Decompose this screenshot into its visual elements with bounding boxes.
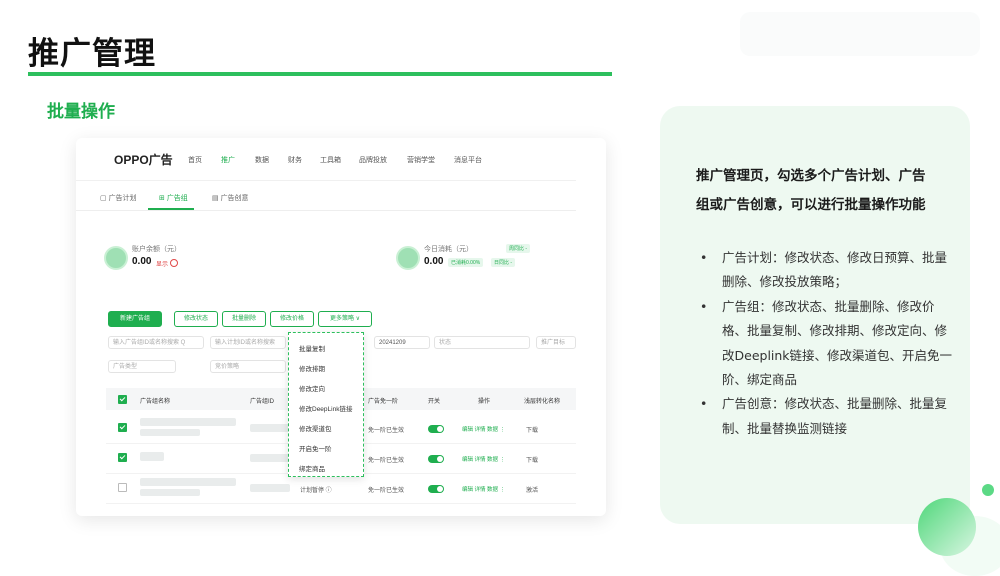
nav-finance[interactable]: 财务 (288, 155, 302, 165)
list-item-ad-plan: 广告计划：修改状态、修改日预算、批量删除、修改投放策略； (696, 246, 954, 295)
consume-rate-chip: 已消耗0.00% (448, 258, 484, 267)
col-group-id: 广告组ID (250, 399, 275, 405)
account-stats: 账户余额（元） 0.00 显示 今日消耗（元） 周同比 - 0.00 已消耗0.… (88, 234, 576, 280)
col-actions: 操作 (478, 399, 491, 405)
conversion-name: 激活 (526, 488, 539, 494)
select-all-checkbox[interactable] (118, 395, 127, 404)
more-strategies-button[interactable]: 更多策略 ∨ (318, 311, 372, 327)
alert-icon (170, 259, 178, 267)
tab-ad-group-label: 广告组 (166, 195, 188, 202)
redacted-id (250, 484, 290, 492)
row-actions[interactable]: 编辑 详情 数据 ⋮ (462, 455, 505, 463)
col-group-name: 广告组名称 (140, 399, 171, 405)
row-checkbox[interactable] (118, 453, 127, 462)
redacted-name (140, 429, 200, 436)
section-title: 批量操作 (47, 102, 115, 122)
exempt-status: 免一阶已生效 (368, 488, 405, 494)
nav-toolbox[interactable]: 工具箱 (320, 155, 341, 165)
balance-label: 账户余额（元） (132, 246, 181, 253)
col-exempt: 广告免一阶 (368, 399, 399, 405)
exempt-status: 免一阶已生效 (368, 428, 405, 434)
top-navigation: OPPO广告 首页 推广 数据 财务 工具箱 品牌投放 营销学堂 消息平台 (76, 138, 576, 181)
feature-list: 广告计划：修改状态、修改日预算、批量删除、修改投放策略； 广告组：修改状态、批量… (696, 246, 954, 441)
redacted-name (140, 489, 200, 496)
redacted-id (250, 454, 290, 462)
menu-item-batch-copy[interactable]: 批量复制 (299, 343, 325, 353)
redacted-id (250, 424, 290, 432)
spend-icon (396, 246, 420, 270)
tab-ad-plan[interactable]: ▢ 广告计划 (100, 193, 137, 203)
header-decoration (740, 12, 980, 56)
balance-value: 0.00 (132, 256, 152, 267)
day-compare-chip: 日同比 - (491, 258, 516, 267)
page-title: 推广管理 (28, 36, 156, 72)
panel-intro: 推广管理页，勾选多个广告计划、广告组或广告创意，可以进行批量操作功能 (696, 168, 926, 213)
col-switch: 开关 (428, 399, 441, 405)
group-search-input[interactable]: 输入广告组ID或名称搜索 Q (108, 336, 204, 349)
oppo-ads-logo: OPPO广告 (114, 153, 173, 167)
nav-messages[interactable]: 消息平台 (454, 155, 482, 165)
ad-platform-screenshot: OPPO广告 首页 推广 数据 财务 工具箱 品牌投放 营销学堂 消息平台 ▢ … (76, 138, 606, 516)
bid-strategy-select[interactable]: 竞价策略 (210, 360, 286, 373)
nav-home[interactable]: 首页 (188, 155, 202, 165)
row-actions[interactable]: 编辑 详情 数据 ⋮ (462, 485, 505, 493)
explanation-panel: 推广管理页，勾选多个广告计划、广告组或广告创意，可以进行批量操作功能 广告计划：… (660, 106, 970, 524)
edit-status-button[interactable]: 修改状态 (174, 311, 218, 327)
target-select[interactable]: 推广目标 (536, 336, 576, 349)
exempt-status: 免一阶已生效 (368, 458, 405, 464)
balance-show-toggle[interactable]: 显示 (156, 259, 168, 268)
row-checkbox[interactable] (118, 423, 127, 432)
menu-item-edit-schedule[interactable]: 修改排期 (299, 363, 325, 373)
row-checkbox[interactable] (118, 483, 127, 492)
nav-data[interactable]: 数据 (255, 155, 269, 165)
spend-value: 0.00 (424, 256, 444, 267)
list-item-ad-group: 广告组：修改状态、批量删除、修改价格、批量复制、修改排期、修改定向、修改Deep… (696, 295, 954, 393)
tab-ad-creative[interactable]: ▤ 广告创意 (212, 193, 249, 203)
more-strategies-dropdown: 批量复制 修改排期 修改定向 修改DeepLink链接 修改渠道包 开启免一阶 … (288, 332, 364, 477)
redacted-name (140, 418, 236, 426)
table-row[interactable]: 计划暂停 ⓘ 免一阶已生效 编辑 详情 数据 ⋮ 激活 (106, 474, 576, 504)
edit-price-button[interactable]: 修改价格 (270, 311, 314, 327)
active-tab-indicator (148, 208, 194, 210)
redacted-name (140, 478, 236, 486)
decorative-dot (982, 484, 994, 496)
switch-toggle[interactable] (428, 425, 444, 433)
nav-brand[interactable]: 品牌投放 (359, 155, 387, 165)
nav-promotion[interactable]: 推广 (221, 155, 235, 165)
menu-item-bind-product[interactable]: 绑定商品 (299, 463, 325, 473)
col-conversion: 浅层转化名称 (524, 399, 561, 405)
menu-item-enable-exempt[interactable]: 开启免一阶 (299, 443, 332, 453)
wallet-icon (104, 246, 128, 270)
row-actions[interactable]: 编辑 详情 数据 ⋮ (462, 425, 505, 433)
menu-item-edit-targeting[interactable]: 修改定向 (299, 383, 325, 393)
status-select[interactable]: 状态 (434, 336, 530, 349)
menu-item-edit-deeplink[interactable]: 修改DeepLink链接 (299, 403, 352, 413)
date-picker[interactable]: 20241209 (374, 336, 430, 349)
plan-search-input[interactable]: 输入计划ID或名称搜索 (210, 336, 286, 349)
decorative-circle (918, 498, 976, 556)
list-item-ad-creative: 广告创意：修改状态、批量删除、批量复制、批量替换监测链接 (696, 392, 954, 441)
nav-academy[interactable]: 营销学堂 (407, 155, 435, 165)
conversion-name: 下载 (526, 428, 539, 434)
subtab-bar: ▢ 广告计划 ⊞ 广告组 ▤ 广告创意 (76, 182, 576, 211)
tab-ad-group[interactable]: ⊞ 广告组 (159, 193, 188, 203)
menu-item-edit-channel-pkg[interactable]: 修改渠道包 (299, 423, 332, 433)
tab-ad-plan-label: 广告计划 (108, 195, 137, 202)
week-compare-chip: 周同比 - (506, 244, 531, 253)
redacted-name (140, 452, 164, 461)
title-underline (28, 72, 612, 76)
batch-delete-button[interactable]: 批量删除 (222, 311, 266, 327)
spend-label: 今日消耗（元） (424, 246, 473, 253)
conversion-name: 下载 (526, 458, 539, 464)
tab-ad-creative-label: 广告创意 (220, 195, 249, 202)
switch-toggle[interactable] (428, 485, 444, 493)
switch-toggle[interactable] (428, 455, 444, 463)
new-ad-group-button[interactable]: 新建广告组 (108, 311, 162, 327)
plan-status: 计划暂停 ⓘ (300, 488, 332, 494)
ad-type-select[interactable]: 广告类型 (108, 360, 176, 373)
